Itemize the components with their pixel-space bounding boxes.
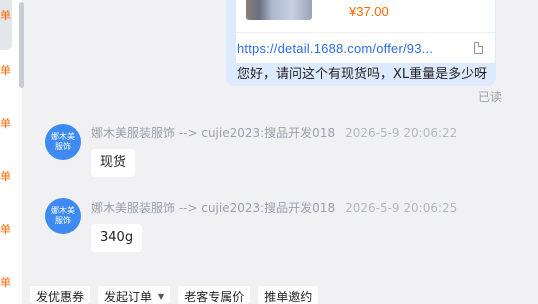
sidebar-item-char[interactable]: 单 (0, 117, 11, 131)
outgoing-product-message: ¥37.00 https://detail.1688.com/offer/93.… (226, 0, 496, 86)
incoming-message: 现货 (91, 149, 136, 177)
avatar[interactable]: 娜木美服饰 (45, 124, 81, 160)
message-meta: 娜木美服装服饰 --> cujie2023:搜品开发018 2026-5-9 20… (91, 124, 457, 141)
product-link-row[interactable]: https://detail.1688.com/offer/93... (236, 32, 495, 63)
quick-action-toolbar: 发优惠券 发起订单 ▼ 老客专属价 推单邀约 (30, 286, 319, 304)
document-icon[interactable] (474, 42, 483, 54)
product-link[interactable]: https://detail.1688.com/offer/93... (237, 41, 433, 56)
message-meta: 娜木美服装服饰 --> cujie2023:搜品开发018 2026-5-9 20… (91, 199, 457, 216)
avatar[interactable]: 娜木美服饰 (45, 198, 81, 234)
product-card[interactable]: ¥37.00 (236, 0, 495, 32)
sidebar-item-char[interactable]: 单 (0, 170, 11, 184)
timestamp: 2026-5-9 20:06:25 (345, 201, 458, 215)
product-image[interactable] (246, 0, 312, 20)
read-status: 已读 (478, 90, 503, 104)
sidebar-selected-item[interactable] (0, 0, 12, 50)
promote-order-button[interactable]: 推单邀约 (258, 286, 319, 304)
sidebar-item-char[interactable]: 单 (0, 9, 11, 23)
sidebar-item-char[interactable]: 单 (0, 223, 11, 237)
sidebar-item-char[interactable]: 单 (0, 276, 11, 290)
product-price: ¥37.00 (349, 4, 389, 19)
scrollbar[interactable] (19, 2, 24, 88)
timestamp: 2026-5-9 20:06:22 (345, 126, 458, 140)
sender-name: 娜木美服装服饰 --> cujie2023:搜品开发018 (91, 201, 336, 215)
loyal-customer-price-button[interactable]: 老客专属价 (178, 286, 251, 304)
send-coupon-button[interactable]: 发优惠券 (30, 286, 91, 304)
message-text: 您好，请问这个有现货吗，XL重量是多少呀 (237, 67, 488, 82)
sender-name: 娜木美服装服饰 --> cujie2023:搜品开发018 (91, 126, 336, 140)
create-order-button[interactable]: 发起订单 ▼ (98, 286, 171, 304)
sidebar-item-char[interactable]: 单 (0, 64, 11, 78)
incoming-message: 340g (91, 224, 143, 252)
chevron-down-icon[interactable]: ▼ (158, 286, 164, 304)
